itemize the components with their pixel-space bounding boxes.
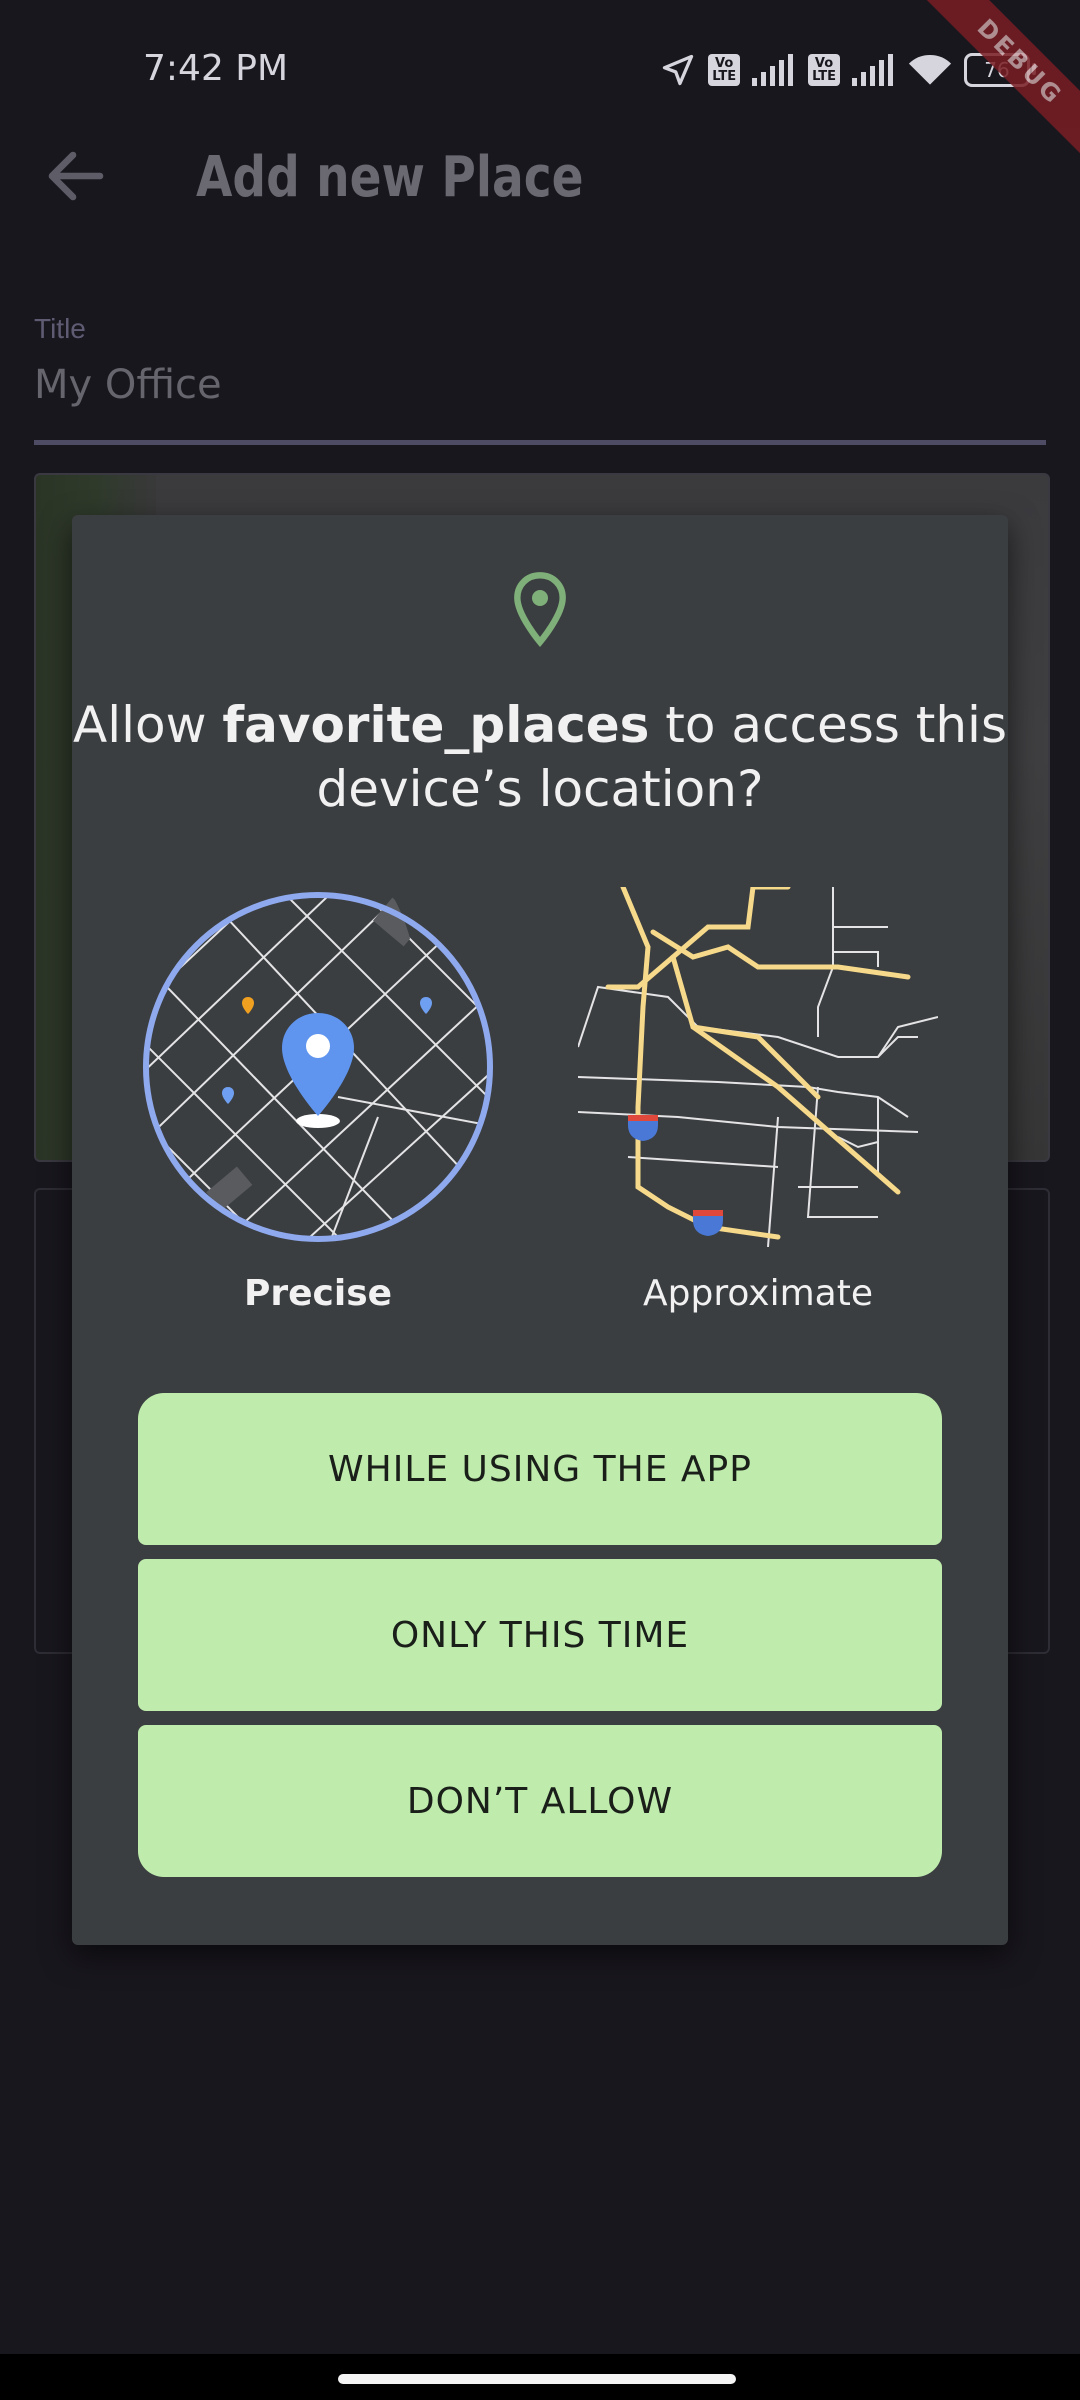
status-icons: VoLTE VoLTE 76: [660, 50, 1036, 90]
dialog-title: Allow favorite_places to access this dev…: [73, 696, 1007, 818]
back-arrow-icon[interactable]: [40, 140, 112, 212]
signal-icon-2: [852, 54, 893, 86]
page-title: Add new Place: [196, 145, 584, 210]
status-time: 7:42 PM: [143, 48, 289, 89]
signal-icon: [752, 54, 794, 86]
home-indicator[interactable]: [338, 2374, 736, 2384]
location-arrow-icon: [663, 54, 694, 86]
location-pin-icon: [514, 572, 566, 647]
location-permission-dialog: Allow favorite_places to access this dev…: [72, 515, 1008, 1945]
precise-option-label[interactable]: Precise: [138, 1273, 498, 1314]
wifi-icon: [908, 54, 952, 85]
volte-icon-2: Vo LTE: [808, 54, 840, 86]
status-bar: 7:42 PM VoLTE VoLTE 76: [0, 0, 1080, 140]
precise-location-map[interactable]: [138, 887, 498, 1247]
approximate-location-map[interactable]: [578, 887, 938, 1247]
dont-allow-button[interactable]: DON’T ALLOW: [138, 1725, 942, 1877]
while-using-app-button[interactable]: WHILE USING THE APP: [138, 1393, 942, 1545]
volte-icon: Vo LTE: [708, 54, 741, 86]
approximate-option-label[interactable]: Approximate: [578, 1273, 938, 1314]
title-field-label: Title: [34, 313, 86, 344]
title-input[interactable]: My Office: [34, 362, 222, 408]
title-input-underline: [34, 440, 1046, 445]
app-name: favorite_places: [222, 696, 650, 754]
only-this-time-button[interactable]: ONLY THIS TIME: [138, 1559, 942, 1711]
